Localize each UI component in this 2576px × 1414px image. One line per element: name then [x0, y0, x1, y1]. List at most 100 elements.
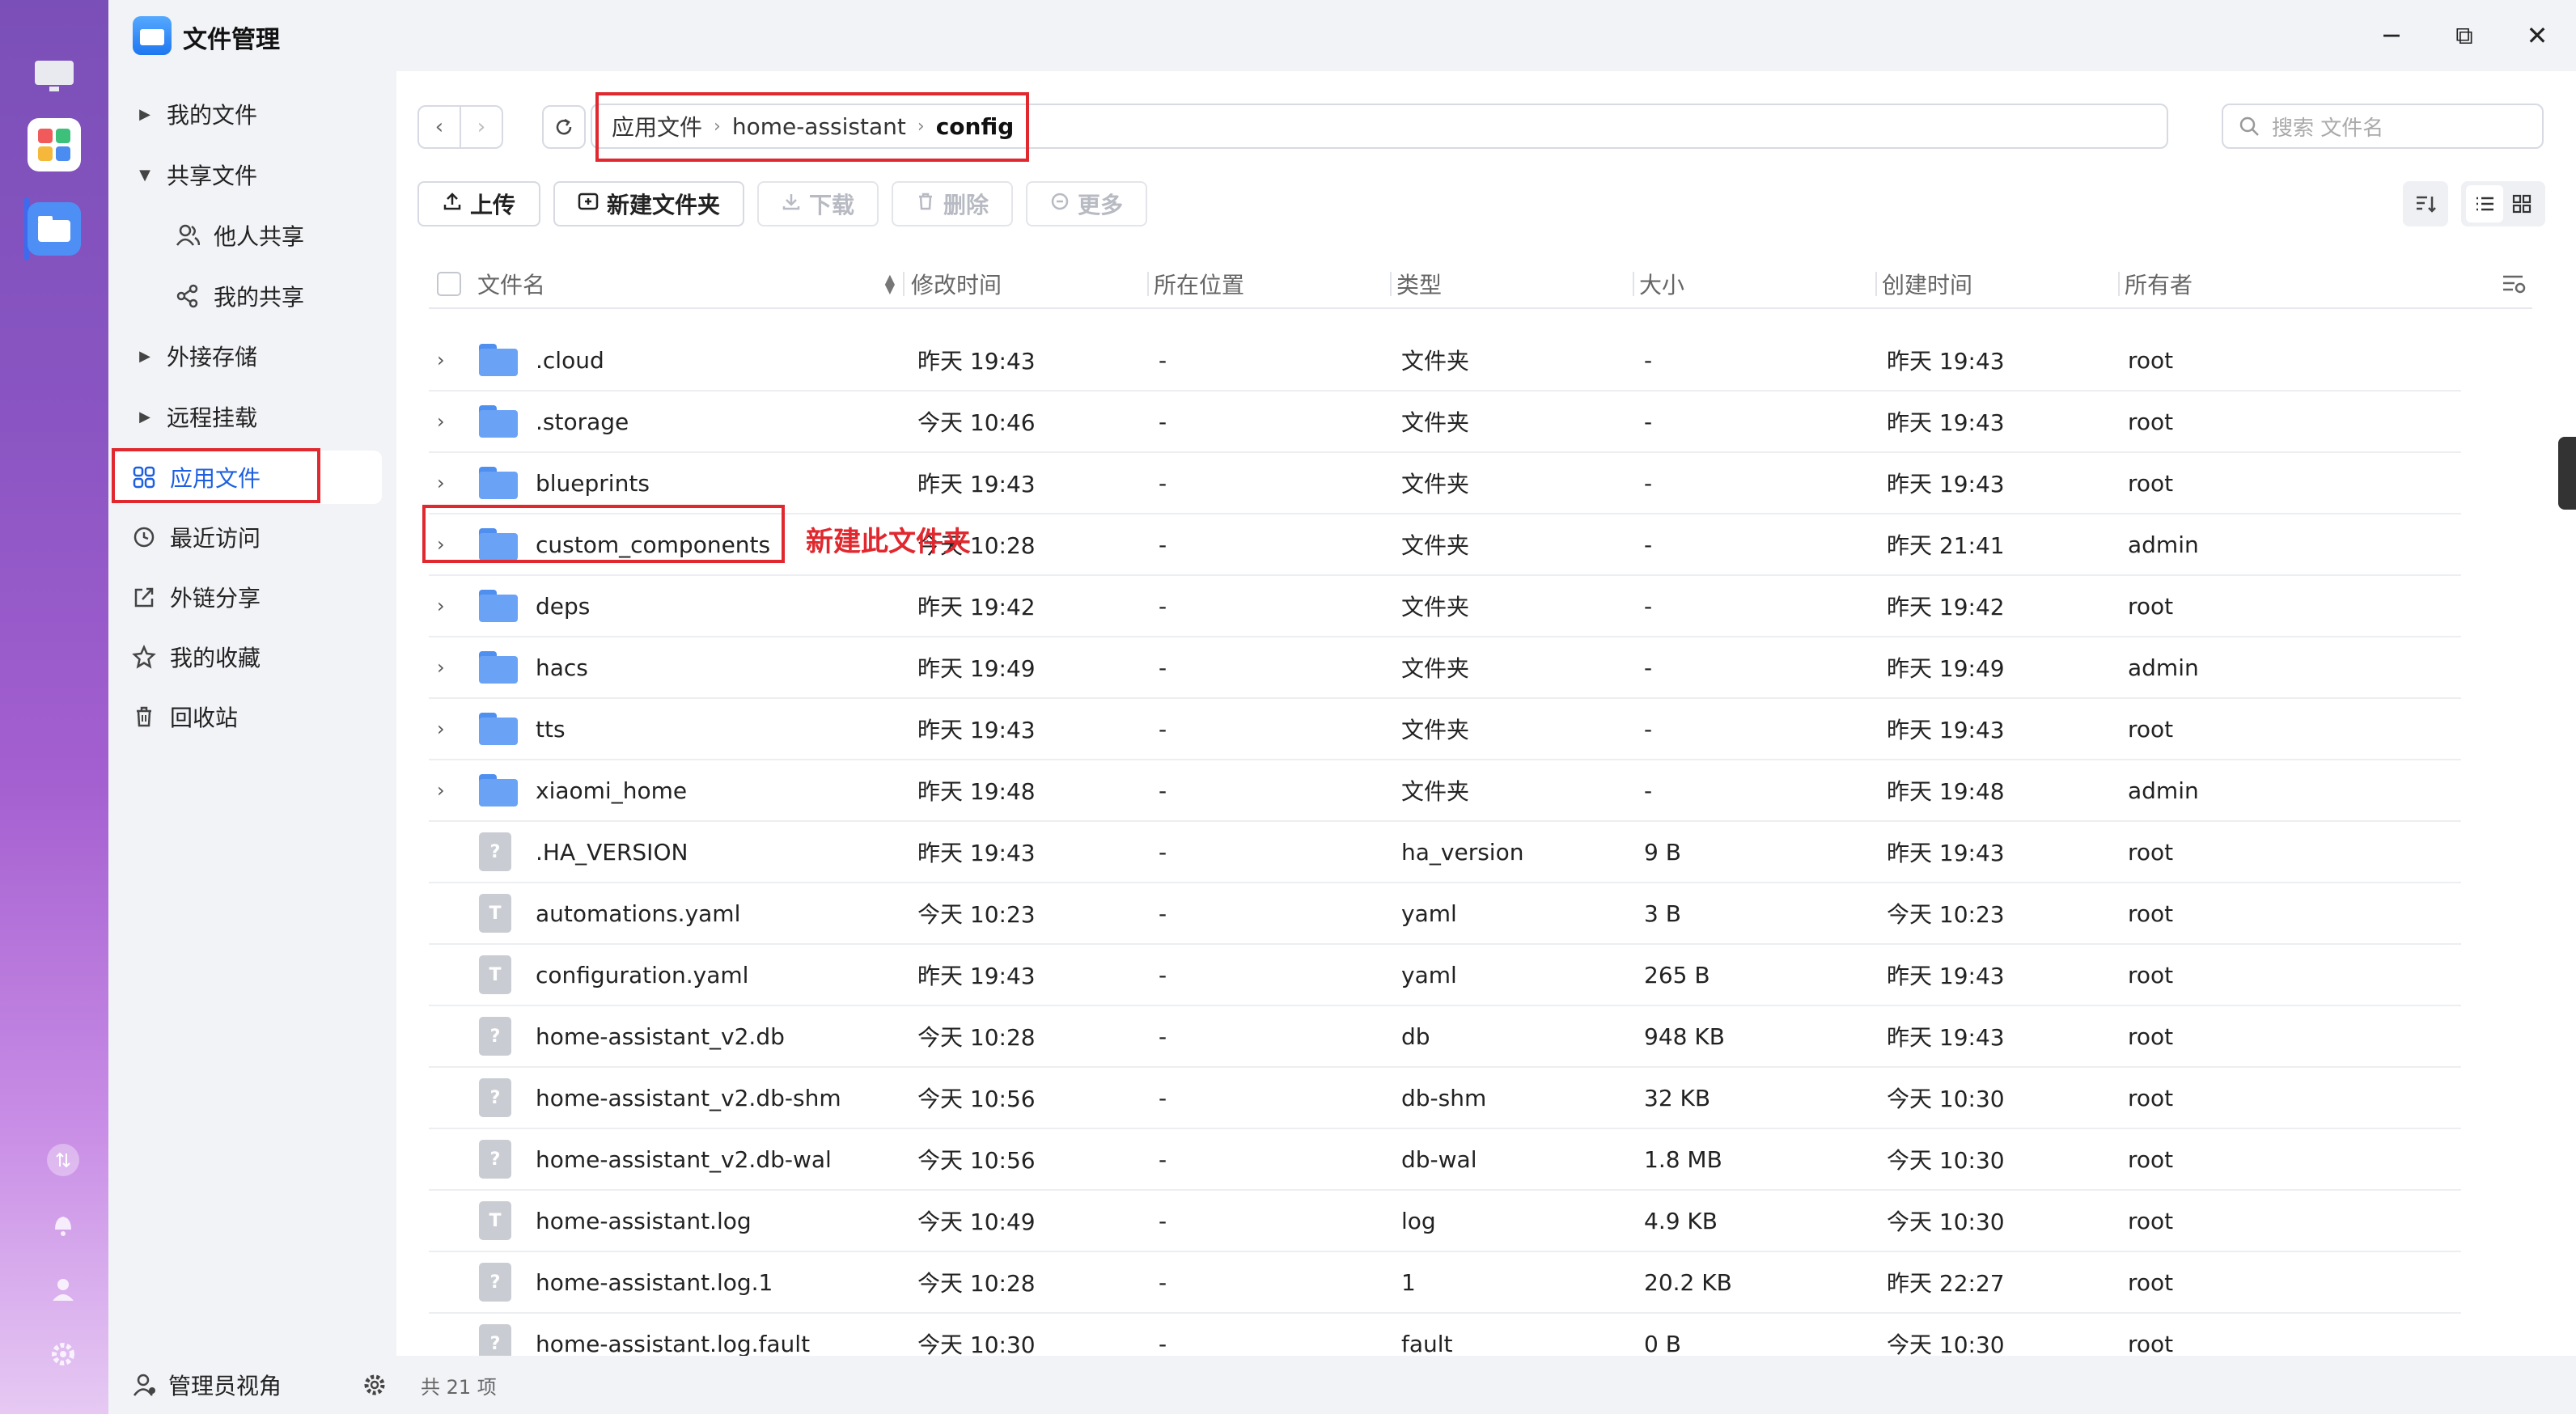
- column-header-owner[interactable]: 所有者: [2125, 259, 2361, 309]
- expand-chevron-icon[interactable]: ›: [437, 760, 445, 820]
- sidebar: ▶ 我的文件 ▼ 共享文件 他人共享 我的共享 ▶ 外接存储 ▶ 远程挂载 应用…: [108, 71, 396, 1414]
- minimize-button[interactable]: ─: [2372, 16, 2411, 55]
- edge-handle[interactable]: [2558, 437, 2576, 510]
- cell-modified: 今天 10:56: [917, 1147, 1036, 1174]
- cell-created: 昨天 22:27: [1887, 1270, 2005, 1297]
- grid-view-icon[interactable]: [2503, 185, 2540, 222]
- sidebar-item-recent[interactable]: 最近访问: [115, 510, 382, 564]
- sidebar-item-shared-files[interactable]: ▼ 共享文件: [115, 148, 382, 201]
- file-name[interactable]: home-assistant_v2.db-shm: [536, 1068, 841, 1128]
- more-button[interactable]: 更多: [1026, 181, 1147, 226]
- file-manager-app-icon[interactable]: [28, 202, 81, 256]
- table-row[interactable]: ? .HA_VERSION 昨天 19:43 - ha_version 9 B 昨天 19:…: [429, 822, 2461, 883]
- sidebar-item-label: 我的收藏: [170, 645, 261, 671]
- table-row[interactable]: › deps 昨天 19:42 - 文件夹 - 昨天 19:42 root: [429, 576, 2461, 637]
- file-name[interactable]: home-assistant.log.1: [536, 1252, 773, 1312]
- upload-label: 上传: [469, 192, 515, 218]
- expand-chevron-icon[interactable]: ›: [437, 330, 445, 390]
- sidebar-item-favorites[interactable]: 我的收藏: [115, 630, 382, 684]
- expand-chevron-icon[interactable]: ›: [437, 637, 445, 697]
- cell-created: 今天 10:30: [1887, 1209, 2005, 1235]
- file-name[interactable]: xiaomi_home: [536, 760, 687, 820]
- cell-size: -: [1644, 531, 1653, 558]
- settings-gear-icon[interactable]: [47, 1338, 79, 1370]
- file-name[interactable]: tts: [536, 699, 566, 759]
- download-icon: [782, 192, 801, 216]
- text-file-icon: T: [479, 955, 511, 994]
- sidebar-item-trash[interactable]: 回收站: [115, 690, 382, 743]
- user-icon[interactable]: [47, 1273, 79, 1306]
- column-header-modified[interactable]: 修改时间: [911, 259, 1149, 309]
- transfer-icon[interactable]: [47, 1144, 79, 1176]
- table-row[interactable]: › tts 昨天 19:43 - 文件夹 - 昨天 19:43 root: [429, 699, 2461, 760]
- column-settings-icon[interactable]: [2502, 259, 2527, 309]
- file-name[interactable]: deps: [536, 576, 590, 636]
- list-view-icon[interactable]: [2466, 185, 2503, 222]
- admin-view-label[interactable]: 管理员视角: [168, 1369, 282, 1401]
- table-row[interactable]: Thome-assistant.log 今天 10:49 - log 4.9 KB 今天 …: [429, 1191, 2461, 1252]
- file-name[interactable]: .cloud: [536, 330, 604, 390]
- expand-chevron-icon[interactable]: ›: [437, 453, 445, 513]
- sort-button[interactable]: [2403, 181, 2448, 226]
- expand-chevron-icon[interactable]: ›: [437, 576, 445, 636]
- new-folder-button[interactable]: 新建文件夹: [553, 181, 744, 226]
- column-label: 所有者: [2125, 272, 2193, 298]
- file-name[interactable]: .HA_VERSION: [536, 822, 688, 882]
- table-row[interactable]: › .storage 今天 10:46 - 文件夹 - 昨天 19:43 root: [429, 392, 2461, 453]
- cell-owner: root: [2128, 1084, 2174, 1111]
- expand-chevron-icon[interactable]: ›: [437, 392, 445, 451]
- sidebar-settings-gear-icon[interactable]: [362, 1373, 387, 1397]
- search-input[interactable]: 搜索 文件名: [2222, 104, 2544, 149]
- bell-icon[interactable]: [47, 1209, 79, 1241]
- column-header-type[interactable]: 类型: [1396, 259, 1634, 309]
- file-name[interactable]: .storage: [536, 392, 629, 451]
- file-name[interactable]: automations.yaml: [536, 883, 740, 943]
- file-name[interactable]: hacs: [536, 637, 588, 697]
- table-row[interactable]: Tautomations.yaml 今天 10:23 - yaml 3 B 今天 10:2…: [429, 883, 2461, 945]
- download-button[interactable]: 下载: [757, 181, 879, 226]
- cell-size: -: [1644, 408, 1653, 435]
- delete-button[interactable]: 删除: [892, 181, 1013, 226]
- sidebar-item-remote-mount[interactable]: ▶ 远程挂载: [115, 390, 382, 443]
- file-name[interactable]: home-assistant_v2.db-wal: [536, 1129, 832, 1189]
- sidebar-item-my-files[interactable]: ▶ 我的文件: [115, 87, 382, 141]
- table-row[interactable]: › .cloud 昨天 19:43 - 文件夹 - 昨天 19:43 root: [429, 330, 2461, 392]
- sidebar-item-shared-with-me[interactable]: 他人共享: [115, 209, 382, 262]
- table-row[interactable]: ? home-assistant_v2.db-wal 今天 10:56 - db-wal…: [429, 1129, 2461, 1191]
- column-header-created[interactable]: 创建时间: [1882, 259, 2120, 309]
- file-name[interactable]: blueprints: [536, 453, 650, 513]
- monitor-app-icon[interactable]: [28, 50, 81, 104]
- file-name[interactable]: home-assistant.log: [536, 1191, 752, 1251]
- sidebar-item-label: 我的文件: [167, 102, 258, 129]
- file-icon-cell: ?: [479, 822, 511, 882]
- sidebar-item-external-storage[interactable]: ▶ 外接存储: [115, 329, 382, 383]
- table-row[interactable]: Tconfiguration.yaml 昨天 19:43 - yaml 265 B 昨天 …: [429, 945, 2461, 1006]
- table-row[interactable]: ? home-assistant_v2.db-shm 今天 10:56 - db-shm…: [429, 1068, 2461, 1129]
- app-center-icon[interactable]: [28, 118, 81, 171]
- upload-button[interactable]: 上传: [417, 181, 540, 226]
- cell-type: 文件夹: [1401, 532, 1470, 559]
- view-toggle: [2461, 181, 2545, 226]
- sidebar-item-my-shares[interactable]: 我的共享: [115, 269, 382, 323]
- cell-modified: 昨天 19:43: [917, 840, 1036, 866]
- select-all-checkbox[interactable]: [437, 259, 461, 309]
- expand-chevron-icon[interactable]: ›: [437, 699, 445, 759]
- table-row[interactable]: ? home-assistant_v2.db 今天 10:28 - db 948 KB 昨天…: [429, 1006, 2461, 1068]
- column-header-location[interactable]: 所在位置: [1154, 259, 1392, 309]
- maximize-button[interactable]: ⧉: [2445, 16, 2484, 55]
- file-name[interactable]: configuration.yaml: [536, 945, 748, 1005]
- cell-owner: admin: [2128, 654, 2199, 681]
- sidebar-item-link-shares[interactable]: 外链分享: [115, 570, 382, 624]
- close-button[interactable]: ✕: [2518, 16, 2557, 55]
- file-name[interactable]: home-assistant_v2.db: [536, 1006, 785, 1066]
- table-row[interactable]: › hacs 昨天 19:49 - 文件夹 - 昨天 19:49 admin: [429, 637, 2461, 699]
- table-row[interactable]: › xiaomi_home 昨天 19:48 - 文件夹 - 昨天 19:48 admin: [429, 760, 2461, 822]
- caret-right-icon: ▶: [139, 105, 150, 123]
- column-header-size[interactable]: 大小: [1639, 259, 1877, 309]
- sidebar-item-label: 外链分享: [170, 585, 261, 612]
- column-header-name[interactable]: 文件名 ▲ ▼: [477, 259, 905, 309]
- refresh-button[interactable]: [542, 105, 586, 149]
- back-chevron-icon[interactable]: ‹: [417, 105, 461, 149]
- forward-chevron-icon[interactable]: ›: [460, 105, 503, 149]
- table-row[interactable]: ? home-assistant.log.1 今天 10:28 - 1 20.2 KB 昨天…: [429, 1252, 2461, 1314]
